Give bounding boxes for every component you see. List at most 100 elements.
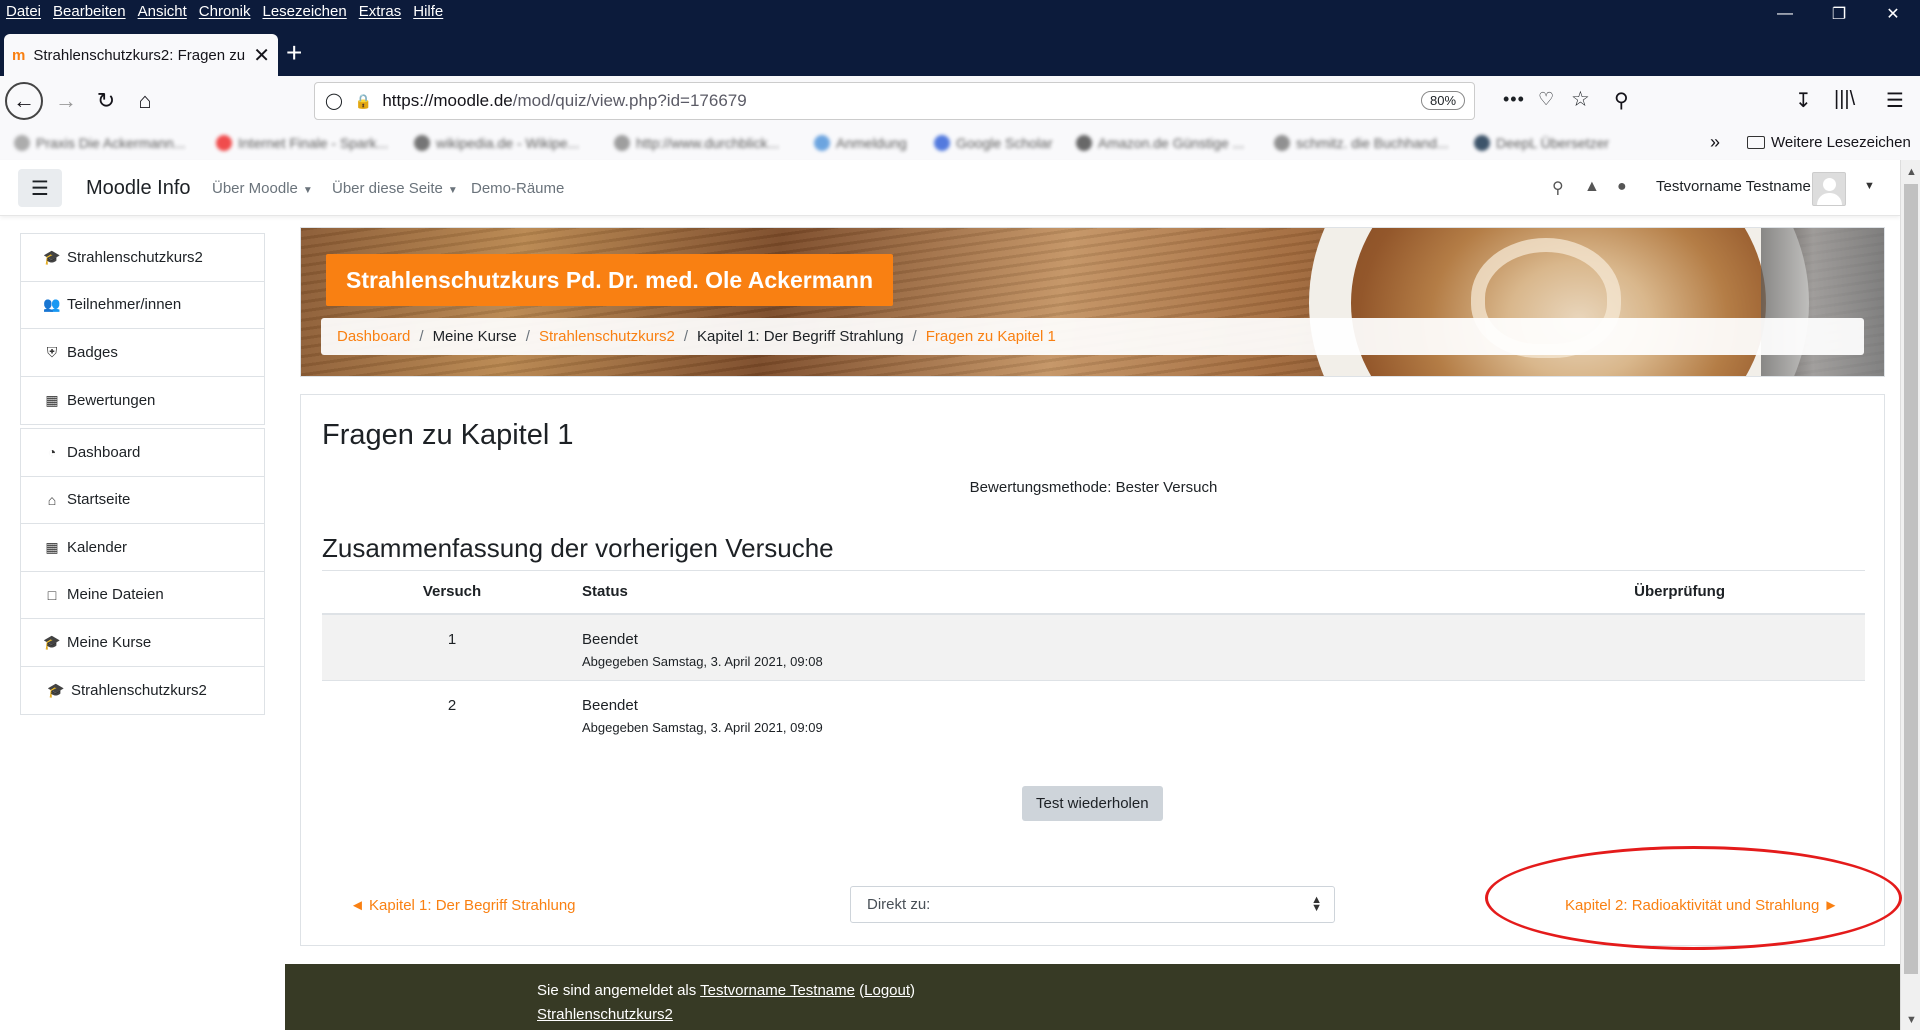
jump-to-select[interactable]: Direkt zu: ▲ ▼ xyxy=(850,886,1335,923)
sidebar-item-course[interactable]: 🎓 Strahlenschutzkurs2 xyxy=(21,667,264,715)
attempt-review xyxy=(1565,613,1865,681)
app-menu-icon[interactable]: ☰ xyxy=(1886,88,1904,113)
bookmark-star-icon[interactable]: ☆ xyxy=(1571,87,1590,112)
moodle-navbar: ☰ Moodle Info Über Moodle ▼ Über diese Se… xyxy=(0,160,1900,216)
bookmarks-bar: Praxis Die Ackermann... Internet Finale … xyxy=(0,126,1920,160)
close-tab-icon[interactable]: ✕ xyxy=(253,43,270,68)
pocket-icon[interactable]: ♡ xyxy=(1538,89,1554,110)
summary-heading: Zusammenfassung der vorherigen Versuche xyxy=(322,533,834,563)
search-icon[interactable]: ⚲ xyxy=(1552,178,1564,198)
breadcrumb-dashboard[interactable]: Dashboard xyxy=(337,328,410,345)
page-actions-icon[interactable]: ••• xyxy=(1503,89,1525,110)
breadcrumb-quiz[interactable]: Fragen zu Kapitel 1 xyxy=(926,328,1056,345)
zoom-badge[interactable]: 80% xyxy=(1421,91,1466,110)
graduation-cap-icon: 🎓 xyxy=(43,248,61,265)
tracking-shield-icon[interactable]: ◯ xyxy=(325,91,343,111)
bookmark-item[interactable]: wikipedia.de - Wikipe... xyxy=(414,134,579,152)
site-brand[interactable]: Moodle Info xyxy=(86,177,191,200)
close-window-icon[interactable]: ✕ xyxy=(1866,0,1920,28)
logout-link[interactable]: Logout xyxy=(864,982,910,999)
chevron-double-right-icon[interactable]: » xyxy=(1710,132,1720,153)
messages-icon[interactable]: ● xyxy=(1617,178,1627,196)
table-icon: ▦ xyxy=(45,391,59,408)
breadcrumb-course[interactable]: Strahlenschutzkurs2 xyxy=(539,328,675,345)
bookmark-item[interactable]: http://www.durchblick... xyxy=(614,134,779,152)
minimize-icon[interactable]: — xyxy=(1758,0,1812,28)
annotation-red-ellipse xyxy=(1485,846,1902,950)
reload-icon[interactable]: ↻ xyxy=(87,82,125,120)
attempt-status: Beendet Abgegeben Samstag, 3. April 2021,… xyxy=(582,680,1565,748)
bookmark-item[interactable]: Praxis Die Ackermann... xyxy=(14,134,185,152)
page-footer: Sie sind angemeldet als Testvorname Test… xyxy=(285,964,1900,1030)
previous-activity-link[interactable]: ◄ Kapitel 1: Der Begriff Strahlung xyxy=(350,897,576,914)
forward-icon[interactable]: → xyxy=(47,82,85,120)
grading-method: Bewertungsmethode: Bester Versuch xyxy=(969,479,1218,496)
scroll-down-icon[interactable]: ▼ xyxy=(1906,1014,1917,1026)
url-bar[interactable]: ◯ 🔒 https://moodle.de/mod/quiz/view.php?… xyxy=(314,82,1590,120)
menu-hilfe[interactable]: Hilfe xyxy=(413,3,443,20)
menu-ansicht[interactable]: Ansicht xyxy=(138,3,187,20)
calendar-icon: ▦ xyxy=(45,538,59,555)
sidebar-item-badges[interactable]: ⛨ Badges xyxy=(21,329,264,377)
bookmark-item[interactable]: Anmeldung xyxy=(814,134,907,152)
footer-course-link[interactable]: Strahlenschutzkurs2 xyxy=(537,1006,673,1023)
restore-icon[interactable]: ❐ xyxy=(1812,0,1866,28)
breadcrumb-section: Kapitel 1: Der Begriff Strahlung xyxy=(697,328,904,345)
sidebar-item-course[interactable]: 🎓 Strahlenschutzkurs2 xyxy=(21,234,264,282)
sidebar-item-participants[interactable]: 👥 Teilnehmer/innen xyxy=(21,282,264,329)
new-tab-icon[interactable]: + xyxy=(286,38,302,68)
column-header-status: Status xyxy=(582,570,1565,615)
bookmark-item[interactable]: Google Scholar xyxy=(934,134,1053,152)
drawer-toggle-button[interactable]: ☰ xyxy=(18,169,62,207)
course-header-banner: Strahlenschutzkurs Pd. Dr. med. Ole Acke… xyxy=(300,227,1885,377)
notification-bell-icon[interactable]: ▲ xyxy=(1584,178,1600,196)
download-icon[interactable]: ↧ xyxy=(1795,88,1812,113)
nav-ueber-moodle[interactable]: Über Moodle ▼ xyxy=(212,180,313,197)
sidebar-item-my-files[interactable]: □ Meine Dateien xyxy=(21,572,264,619)
menu-extras[interactable]: Extras xyxy=(359,3,402,20)
sidebar-item-home[interactable]: ⌂ Startseite xyxy=(21,477,264,524)
sidebar-item-dashboard[interactable]: ◔ Dashboard xyxy=(21,429,264,477)
user-menu-caret-icon[interactable]: ▼ xyxy=(1864,180,1875,192)
back-icon[interactable]: ← xyxy=(5,82,43,120)
retry-quiz-button[interactable]: Test wiederholen xyxy=(1022,786,1163,821)
sidebar-course-block: 🎓 Strahlenschutzkurs2 👥 Teilnehmer/innen ⛨… xyxy=(20,233,265,425)
search-icon[interactable]: ⚲ xyxy=(1614,88,1629,113)
scrollbar-thumb[interactable] xyxy=(1904,184,1918,974)
user-menu-name[interactable]: Testvorname Testname xyxy=(1656,178,1811,195)
bookmark-item[interactable]: Internet Finale - Spark... xyxy=(216,134,388,152)
column-header-attempt: Versuch xyxy=(322,570,582,615)
caret-down-icon: ▼ xyxy=(302,185,313,196)
attempt-review xyxy=(1565,680,1865,748)
menu-datei[interactable]: Datei xyxy=(6,3,41,20)
menu-chronik[interactable]: Chronik xyxy=(199,3,251,20)
library-icon[interactable]: |||\ xyxy=(1834,88,1855,111)
page-title: Fragen zu Kapitel 1 xyxy=(322,419,574,451)
home-icon[interactable]: ⌂ xyxy=(126,82,164,120)
avatar[interactable] xyxy=(1812,172,1846,206)
browser-navbar: ← → ↻ ⌂ ◯ 🔒 https://moodle.de/mod/quiz/v… xyxy=(0,76,1920,126)
bookmarks-folder[interactable]: Weitere Lesezeichen xyxy=(1747,134,1911,151)
page-scrollbar[interactable]: ▲ ▼ xyxy=(1900,160,1920,1030)
sidebar-item-my-courses[interactable]: 🎓 Meine Kurse xyxy=(21,619,264,667)
footer-user-link[interactable]: Testvorname Testname xyxy=(700,982,855,999)
url-text[interactable]: https://moodle.de/mod/quiz/view.php?id=1… xyxy=(382,91,746,111)
caret-down-icon: ▼ xyxy=(447,185,458,196)
breadcrumb-my-courses: Meine Kurse xyxy=(432,328,517,345)
table-row: 1 Beendet Abgegeben Samstag, 3. April 202… xyxy=(322,613,1865,681)
bookmark-item[interactable]: schmitz. die Buchhand... xyxy=(1274,134,1449,152)
bookmark-item[interactable]: DeepL Übersetzer xyxy=(1474,134,1609,152)
nav-ueber-diese-seite[interactable]: Über diese Seite ▼ xyxy=(332,180,458,197)
sidebar-item-grades[interactable]: ▦ Bewertungen xyxy=(21,377,264,425)
browser-tab[interactable]: m Strahlenschutzkurs2: Fragen zu ✕ xyxy=(4,34,278,76)
sidebar-item-calendar[interactable]: ▦ Kalender xyxy=(21,524,264,572)
menu-bearbeiten[interactable]: Bearbeiten xyxy=(53,3,126,20)
file-icon: □ xyxy=(47,586,57,603)
nav-demo-raeume[interactable]: Demo-Räume xyxy=(471,180,564,197)
scroll-up-icon[interactable]: ▲ xyxy=(1906,166,1917,178)
lock-icon[interactable]: 🔒 xyxy=(355,93,372,110)
bookmark-item[interactable]: Amazon.de Günstige ... xyxy=(1076,134,1244,152)
attempt-number: 2 xyxy=(322,680,582,748)
users-icon: 👥 xyxy=(43,296,61,313)
menu-lesezeichen[interactable]: Lesezeichen xyxy=(262,3,346,20)
